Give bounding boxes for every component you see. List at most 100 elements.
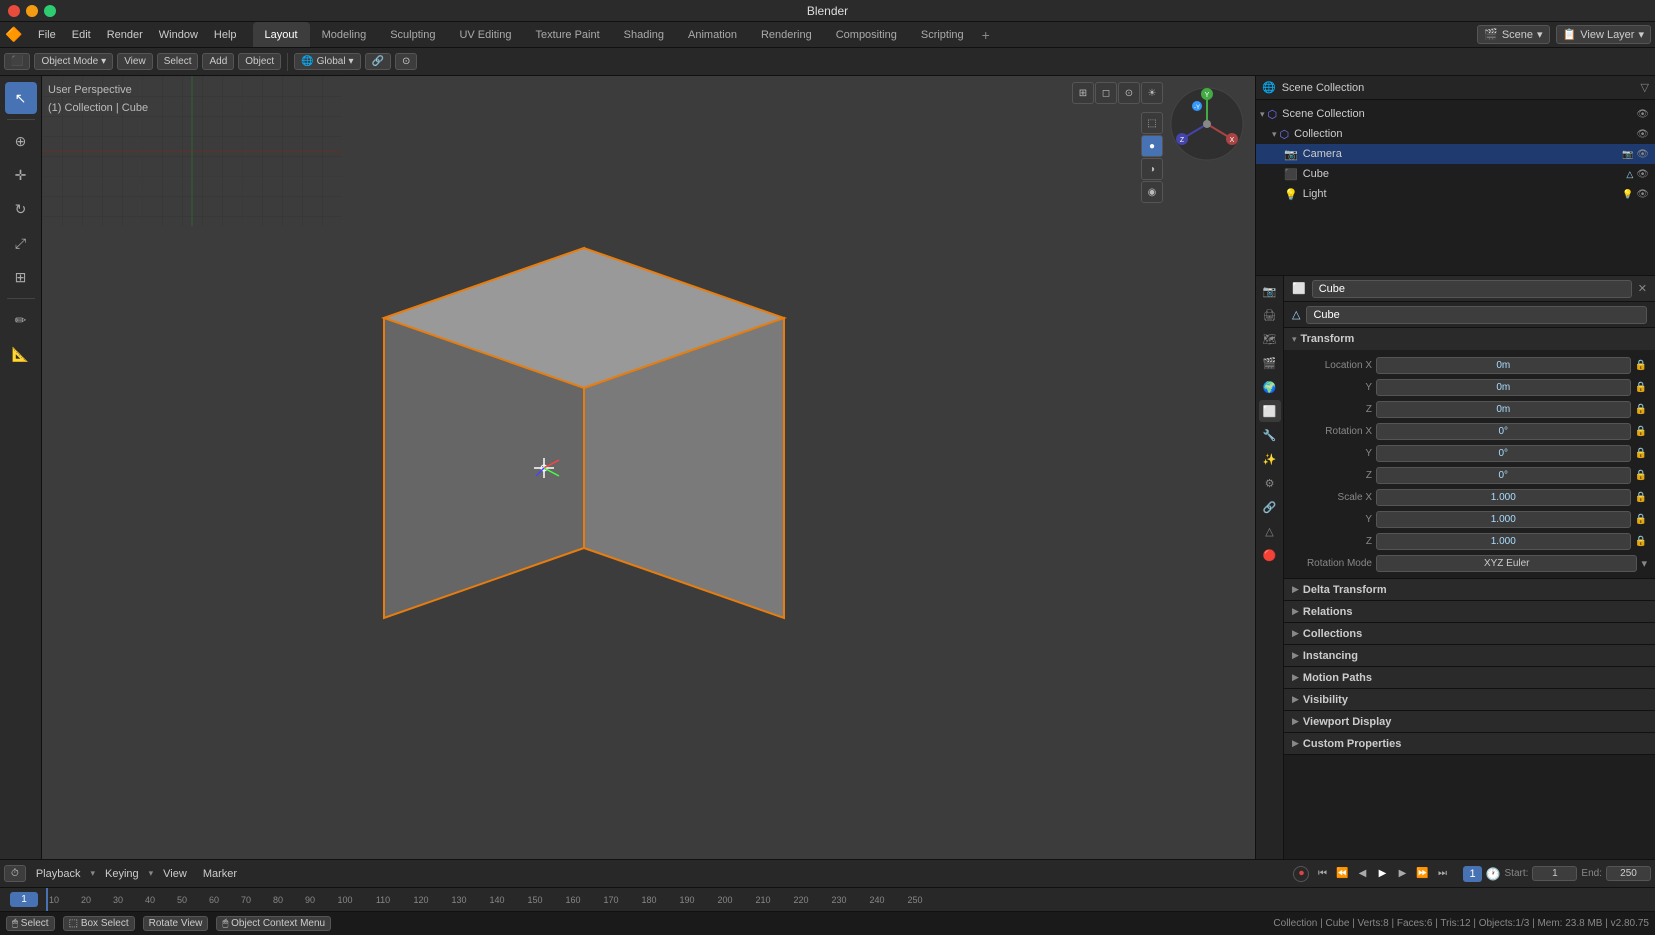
shade-wire[interactable]: ⬚ <box>1141 112 1163 134</box>
mode-dropdown[interactable]: Object Mode ▾ <box>34 53 113 70</box>
menu-render[interactable]: Render <box>99 27 151 43</box>
shade-rendered[interactable]: ◉ <box>1141 181 1163 203</box>
prev-frame-button[interactable]: ◀ <box>1353 865 1371 883</box>
lock-icon[interactable]: 🔒 <box>1635 514 1647 525</box>
measure-tool[interactable]: 📐 <box>5 338 37 370</box>
record-button[interactable]: ⏺ <box>1293 866 1309 882</box>
scene-selector[interactable]: 🎬 Scene ▾ <box>1477 25 1549 44</box>
prop-world[interactable]: 🌍 <box>1259 376 1281 398</box>
timeline-editor-type[interactable]: ⏱ <box>4 865 26 882</box>
lock-icon[interactable]: 🔒 <box>1635 360 1647 371</box>
outliner-scene-collection[interactable]: ▾ ⬡ Scene Collection 👁 <box>1256 104 1655 124</box>
current-frame-display[interactable]: 1 <box>1463 866 1481 882</box>
axis-gizmo-container[interactable]: Y X Z -Y <box>1167 84 1247 167</box>
view-menu[interactable]: View <box>117 53 153 70</box>
next-frame-button[interactable]: ▶ <box>1393 865 1411 883</box>
frame-current-marker[interactable]: 1 <box>10 892 38 907</box>
lock-icon[interactable]: 🔒 <box>1635 404 1647 415</box>
box-select-key[interactable]: ⬚ Box Select <box>63 916 135 931</box>
tab-scripting[interactable]: Scripting <box>909 22 976 47</box>
shade-material[interactable]: ◑ <box>1141 158 1163 180</box>
transform-header[interactable]: ▾ Transform <box>1284 328 1655 350</box>
prop-scene[interactable]: 🎬 <box>1259 352 1281 374</box>
frame-numbers-row[interactable]: 1 10 20 30 40 50 60 70 80 90 100 110 120… <box>0 887 1655 911</box>
viewport-display-section[interactable]: ▶ Viewport Display <box>1284 711 1655 733</box>
tab-rendering[interactable]: Rendering <box>749 22 824 47</box>
navigation-gizmo[interactable]: Y X Z -Y <box>1167 84 1247 164</box>
outliner-light[interactable]: 💡 Light 💡 👁 <box>1256 184 1655 204</box>
rotation-y-value[interactable]: 0° <box>1376 445 1631 462</box>
outliner-camera[interactable]: 📷 Camera 📷 👁 <box>1256 144 1655 164</box>
tab-animation[interactable]: Animation <box>676 22 749 47</box>
select-tool[interactable]: ↖ <box>5 82 37 114</box>
prop-constraints[interactable]: 🔗 <box>1259 496 1281 518</box>
cursor-tool[interactable]: ⊕ <box>5 125 37 157</box>
motion-paths-section[interactable]: ▶ Motion Paths <box>1284 667 1655 689</box>
lock-icon[interactable]: 🔒 <box>1635 382 1647 393</box>
menu-file[interactable]: File <box>30 27 64 43</box>
tab-modeling[interactable]: Modeling <box>310 22 379 47</box>
view-layer-selector[interactable]: 📋 View Layer ▾ <box>1556 25 1651 44</box>
tab-texture-paint[interactable]: Texture Paint <box>523 22 611 47</box>
prop-object[interactable]: ⬜ <box>1259 400 1281 422</box>
prev-keyframe-button[interactable]: ⏪ <box>1333 865 1351 883</box>
jump-start-button[interactable]: ⏮ <box>1313 865 1331 883</box>
shade-solid[interactable]: ● <box>1141 135 1163 157</box>
select-key[interactable]: 🖱 Select <box>6 916 55 931</box>
scale-y-value[interactable]: 1.000 <box>1376 511 1631 528</box>
custom-properties-section[interactable]: ▶ Custom Properties <box>1284 733 1655 755</box>
tab-uv-editing[interactable]: UV Editing <box>447 22 523 47</box>
transform-dropdown[interactable]: 🌐 Global ▾ <box>294 53 360 70</box>
play-button[interactable]: ▶ <box>1373 865 1391 883</box>
lock-icon[interactable]: 🔒 <box>1635 536 1647 547</box>
minimize-button[interactable] <box>26 5 38 17</box>
transform-tool[interactable]: ⊞ <box>5 261 37 293</box>
select-menu[interactable]: Select <box>157 53 199 70</box>
unlink-icon[interactable]: ✕ <box>1638 282 1647 295</box>
visibility-icon[interactable]: 👁 <box>1636 129 1649 140</box>
visibility-icon[interactable]: 👁 <box>1636 169 1649 180</box>
rotate-view-key[interactable]: Rotate View <box>143 916 209 931</box>
blender-logo[interactable]: 🔶 <box>4 25 24 45</box>
outliner-cube[interactable]: ⬛ Cube △ 👁 <box>1256 164 1655 184</box>
prop-view-layer[interactable]: 🗺 <box>1259 328 1281 350</box>
object-name-input[interactable] <box>1312 280 1632 298</box>
tab-shading[interactable]: Shading <box>612 22 676 47</box>
lock-icon[interactable]: 🔒 <box>1635 470 1647 481</box>
visibility-icon[interactable]: 👁 <box>1636 109 1649 120</box>
menu-edit[interactable]: Edit <box>64 27 99 43</box>
data-name-input[interactable] <box>1306 306 1647 324</box>
add-workspace-button[interactable]: + <box>976 25 996 45</box>
scale-tool[interactable]: ⤢ <box>5 227 37 259</box>
menu-window[interactable]: Window <box>151 27 206 43</box>
end-frame-input[interactable]: 250 <box>1606 866 1651 881</box>
object-menu[interactable]: Object <box>238 53 281 70</box>
visibility-section[interactable]: ▶ Visibility <box>1284 689 1655 711</box>
viewport-view-toggle[interactable]: ⊞ <box>1072 82 1094 104</box>
prop-modifiers[interactable]: 🔧 <box>1259 424 1281 446</box>
rotation-z-value[interactable]: 0° <box>1376 467 1631 484</box>
scale-z-value[interactable]: 1.000 <box>1376 533 1631 550</box>
rotation-mode-value[interactable]: XYZ Euler <box>1376 555 1637 572</box>
location-x-value[interactable]: 0m <box>1376 357 1631 374</box>
prop-physics[interactable]: ⚙ <box>1259 472 1281 494</box>
prop-output[interactable]: 🖨 <box>1259 304 1281 326</box>
relations-section[interactable]: ▶ Relations <box>1284 601 1655 623</box>
lock-icon[interactable]: 🔒 <box>1635 492 1647 503</box>
view-menu[interactable]: View <box>157 866 193 882</box>
collections-section[interactable]: ▶ Collections <box>1284 623 1655 645</box>
scale-x-value[interactable]: 1.000 <box>1376 489 1631 506</box>
tab-layout[interactable]: Layout <box>253 22 310 47</box>
viewport[interactable]: User Perspective (1) Collection | Cube <box>42 76 1255 859</box>
tab-compositing[interactable]: Compositing <box>824 22 909 47</box>
prop-particles[interactable]: ✨ <box>1259 448 1281 470</box>
snap-button[interactable]: 🔗 <box>365 53 391 70</box>
rotation-x-value[interactable]: 0° <box>1376 423 1631 440</box>
context-menu-key[interactable]: 🖱 Object Context Menu <box>216 916 331 931</box>
viewport-overlay-toggle[interactable]: ⊙ <box>1118 82 1140 104</box>
lock-icon[interactable]: 🔒 <box>1635 448 1647 459</box>
rotate-tool[interactable]: ↻ <box>5 193 37 225</box>
keying-menu[interactable]: Keying <box>99 866 145 882</box>
menu-help[interactable]: Help <box>206 27 245 43</box>
prop-render[interactable]: 📷 <box>1259 280 1281 302</box>
